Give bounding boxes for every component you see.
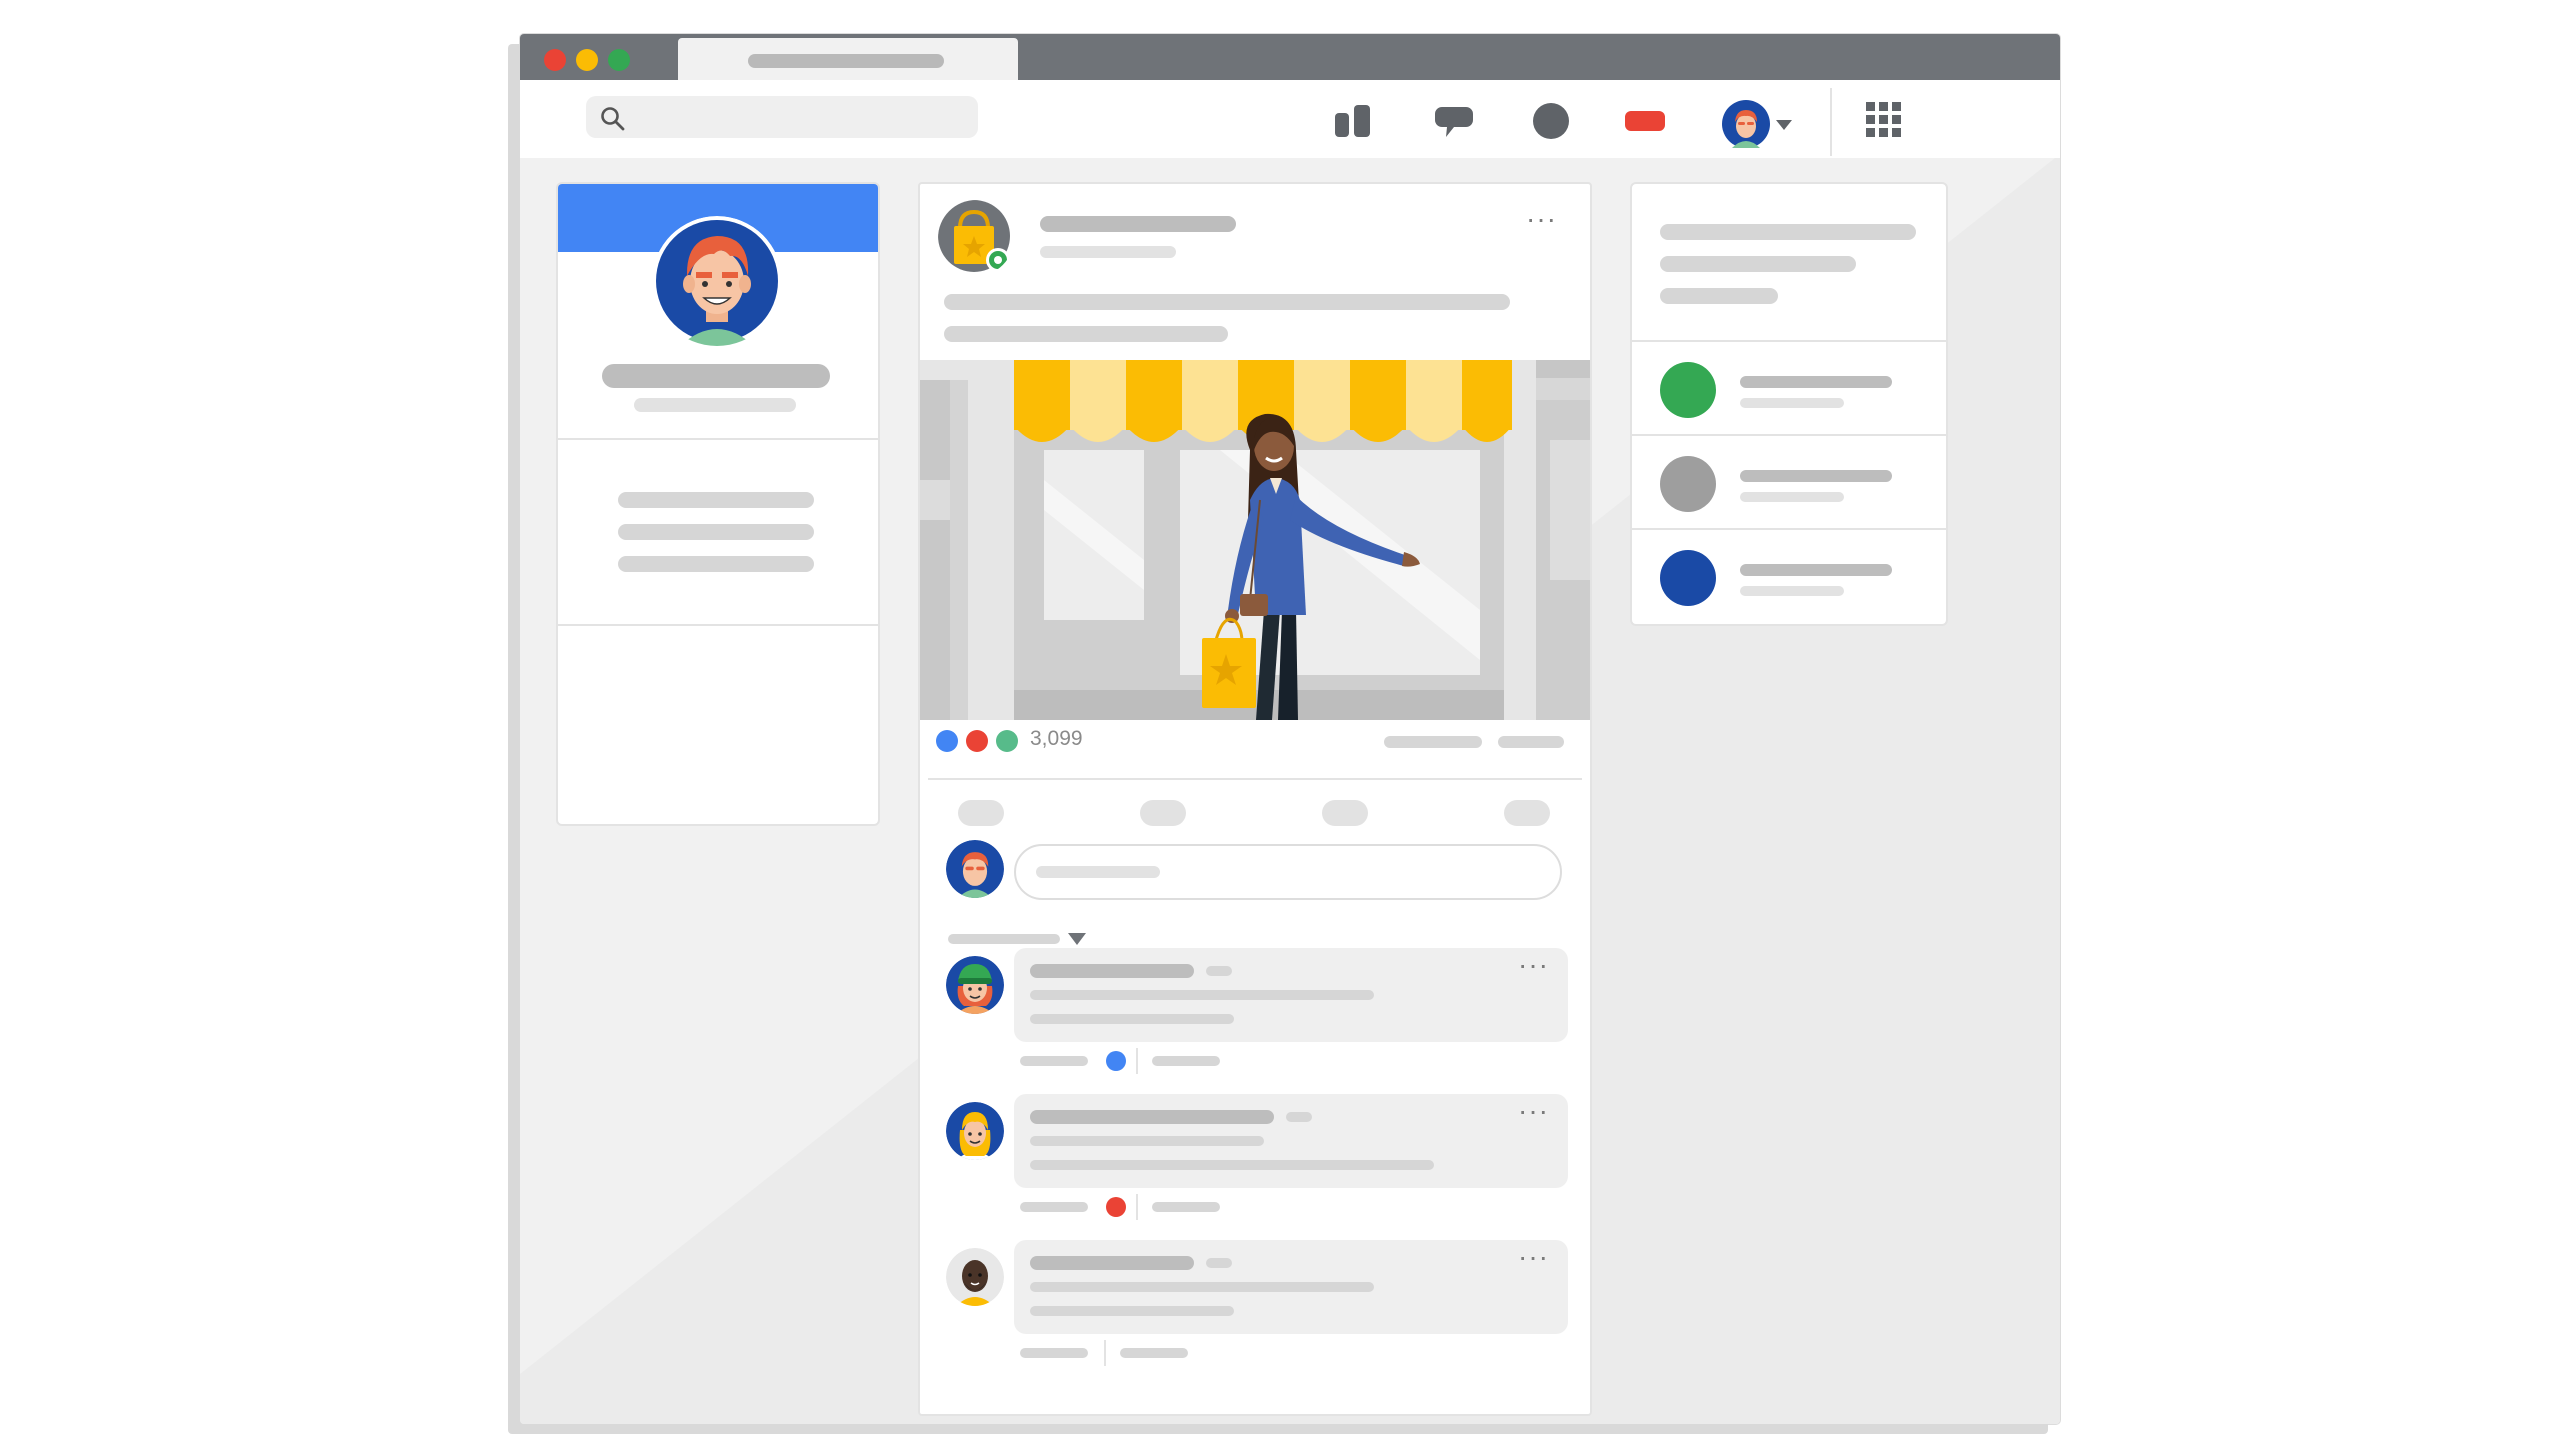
comment-time-placeholder xyxy=(1286,1112,1312,1122)
suggestion-detail-placeholder xyxy=(1740,586,1844,596)
suggestions-title-placeholder xyxy=(1660,224,1916,240)
divider xyxy=(1104,1340,1106,1366)
reaction-count[interactable]: 3,099 xyxy=(1030,727,1083,751)
comment-like-action[interactable] xyxy=(1020,1202,1088,1212)
reaction-dot[interactable] xyxy=(936,730,958,752)
reaction-dot[interactable] xyxy=(996,730,1018,752)
comment-text-line xyxy=(1030,1014,1234,1024)
comment-author-placeholder[interactable] xyxy=(1030,964,1194,978)
comment-more-options-button[interactable]: ··· xyxy=(1518,1243,1549,1271)
share-button[interactable] xyxy=(1322,800,1368,826)
comment-author-placeholder[interactable] xyxy=(1030,1256,1194,1270)
comment-input-placeholder xyxy=(1036,866,1160,878)
like-button[interactable] xyxy=(958,800,1004,826)
comment-more-options-button[interactable]: ··· xyxy=(1518,951,1549,979)
suggestion-name-placeholder xyxy=(1740,376,1892,388)
comment-bubble: ··· xyxy=(1014,1094,1568,1188)
post-text-line xyxy=(944,294,1510,310)
suggestions-card xyxy=(1630,182,1948,626)
divider xyxy=(1136,1194,1138,1220)
divider xyxy=(1632,528,1946,530)
comment-reaction-dot[interactable] xyxy=(1106,1051,1126,1071)
divider xyxy=(558,438,878,440)
post-more-options-button[interactable]: ··· xyxy=(1526,205,1557,233)
browser-window: ··· 3,099 ··· ··· ··· xyxy=(520,34,2060,1424)
comment-text-line xyxy=(1030,990,1374,1000)
notifications-icon[interactable] xyxy=(1532,102,1570,140)
video-icon[interactable] xyxy=(1624,110,1666,132)
divider xyxy=(1632,434,1946,436)
sort-label-placeholder xyxy=(948,934,1060,944)
tab-bar xyxy=(520,34,2060,80)
comment-like-action[interactable] xyxy=(1020,1348,1088,1358)
post-author-placeholder[interactable] xyxy=(1040,216,1236,232)
text-line-placeholder xyxy=(618,492,814,508)
comment-bubble: ··· xyxy=(1014,1240,1568,1334)
shares-count-placeholder[interactable] xyxy=(1498,736,1564,748)
shop-avatar[interactable] xyxy=(938,200,1014,276)
profile-avatar[interactable] xyxy=(652,216,782,346)
commenter-avatar[interactable] xyxy=(946,956,1004,1014)
tab-title-placeholder xyxy=(748,54,944,68)
top-navigation xyxy=(520,80,2060,158)
suggestion-avatar xyxy=(1660,456,1716,512)
suggestions-text-line xyxy=(1660,256,1856,272)
suggestion-avatar xyxy=(1660,362,1716,418)
divider xyxy=(1136,1048,1138,1074)
maximize-window-button[interactable] xyxy=(608,49,630,71)
comment-input[interactable] xyxy=(1014,844,1562,900)
comment-text-line xyxy=(1030,1306,1234,1316)
comment-reply-action[interactable] xyxy=(1152,1202,1220,1212)
comment-bubble: ··· xyxy=(1014,948,1568,1042)
suggestion-avatar xyxy=(1660,550,1716,606)
comment-time-placeholder xyxy=(1206,966,1232,976)
search-icon xyxy=(601,107,625,131)
comment-reaction-dot[interactable] xyxy=(1106,1197,1126,1217)
send-button[interactable] xyxy=(1504,800,1550,826)
suggestions-text-line xyxy=(1660,288,1778,304)
suggestion-name-placeholder xyxy=(1740,470,1892,482)
divider xyxy=(558,624,878,626)
minimize-window-button[interactable] xyxy=(576,49,598,71)
post-card: ··· 3,099 ··· ··· ··· xyxy=(918,182,1592,1416)
profile-card xyxy=(556,182,880,826)
profile-name-placeholder xyxy=(602,364,830,388)
comment-text-line xyxy=(1030,1136,1264,1146)
browser-tab[interactable] xyxy=(678,38,1018,80)
suggestion-detail-placeholder xyxy=(1740,492,1844,502)
comment-text-line xyxy=(1030,1282,1374,1292)
post-text-line xyxy=(944,326,1228,342)
comment-like-action[interactable] xyxy=(1020,1056,1088,1066)
chat-icon[interactable] xyxy=(1434,106,1474,140)
suggestion-detail-placeholder xyxy=(1740,398,1844,408)
reaction-dot[interactable] xyxy=(966,730,988,752)
post-timestamp-placeholder xyxy=(1040,246,1176,258)
comment-more-options-button[interactable]: ··· xyxy=(1518,1097,1549,1125)
close-window-button[interactable] xyxy=(544,49,566,71)
commenter-avatar[interactable] xyxy=(946,1102,1004,1160)
comment-time-placeholder xyxy=(1206,1258,1232,1268)
post-image[interactable] xyxy=(920,360,1590,720)
comment-reply-action[interactable] xyxy=(1120,1348,1188,1358)
nav-divider xyxy=(1830,88,1832,156)
chevron-down-icon xyxy=(1776,120,1792,130)
comment-button[interactable] xyxy=(1140,800,1186,826)
text-line-placeholder xyxy=(618,524,814,540)
chevron-down-icon xyxy=(1068,933,1086,945)
boards-icon[interactable] xyxy=(1334,104,1374,138)
suggestion-name-placeholder xyxy=(1740,564,1892,576)
profile-subtitle-placeholder xyxy=(634,398,796,412)
avatar xyxy=(1722,100,1770,148)
comment-reply-action[interactable] xyxy=(1152,1056,1220,1066)
comment-author-placeholder[interactable] xyxy=(1030,1110,1274,1124)
apps-grid-icon[interactable] xyxy=(1866,102,1902,138)
comment-text-line xyxy=(1030,1160,1434,1170)
search-input[interactable] xyxy=(586,96,978,138)
divider xyxy=(928,778,1582,780)
current-user-avatar xyxy=(946,840,1004,898)
comments-count-placeholder[interactable] xyxy=(1384,736,1482,748)
commenter-avatar[interactable] xyxy=(946,1248,1004,1306)
text-line-placeholder xyxy=(618,556,814,572)
divider xyxy=(1632,340,1946,342)
